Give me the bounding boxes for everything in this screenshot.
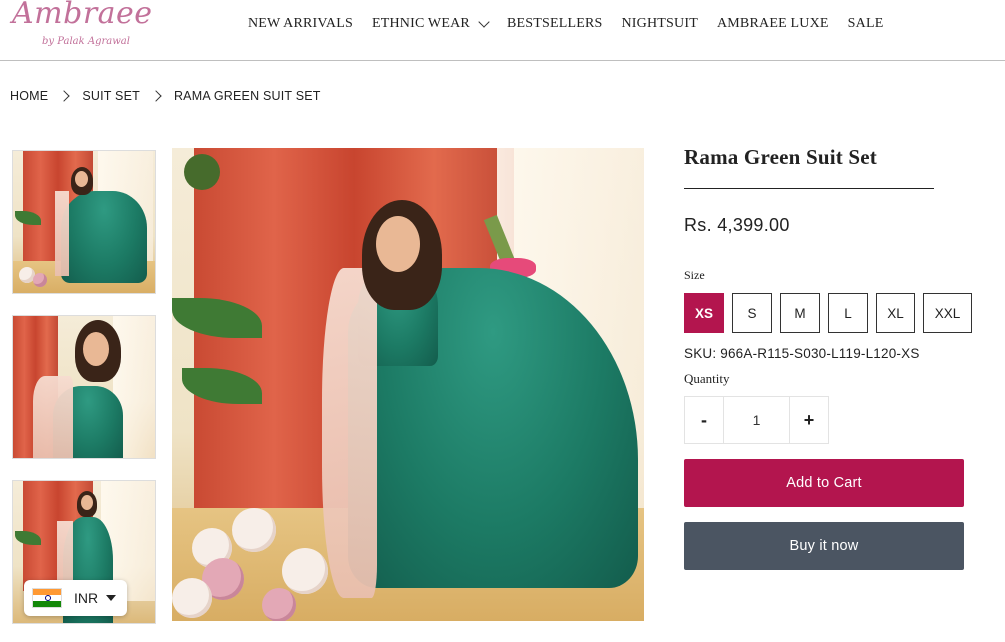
size-option-xl[interactable]: XL [876, 293, 915, 333]
nav-sale[interactable]: SALE [848, 16, 884, 32]
buy-now-button[interactable]: Buy it now [684, 522, 964, 570]
caret-down-icon [106, 595, 117, 601]
nav-new-arrivals[interactable]: NEW ARRIVALS [248, 16, 353, 32]
quantity-increase-button[interactable]: + [790, 397, 828, 443]
brand-logo[interactable]: Ambraee by Palak Agrawal [10, 0, 152, 56]
size-option-s[interactable]: S [732, 293, 772, 333]
product-price: Rs. 4,399.00 [684, 215, 790, 235]
currency-selector[interactable]: INR [24, 580, 127, 616]
nav-label: BESTSELLERS [506, 16, 603, 31]
size-option-l[interactable]: L [828, 293, 868, 333]
product-thumbnail-2[interactable] [12, 315, 156, 459]
product-title: Rama Green Suit Set [684, 145, 877, 169]
quantity-stepper: - 1 + [684, 396, 829, 444]
size-selector: XS S M L XL XXL [684, 293, 972, 333]
add-to-cart-button[interactable]: Add to Cart [684, 459, 964, 507]
currency-code: INR [74, 590, 99, 606]
quantity-decrease-button[interactable]: - [685, 397, 723, 443]
breadcrumb-home[interactable]: HOME [10, 89, 48, 103]
size-option-xs[interactable]: XS [684, 293, 724, 333]
chevron-right-icon [58, 90, 70, 102]
nav-nightsuit[interactable]: NIGHTSUIT [622, 16, 698, 32]
size-label: Size [684, 268, 705, 282]
quantity-label: Quantity [684, 371, 730, 386]
nav-label: NEW ARRIVALS [248, 16, 353, 31]
brand-name: Ambraee [12, 0, 153, 31]
chevron-right-icon [150, 90, 162, 102]
brand-tagline: by Palak Agrawal [42, 36, 130, 47]
size-option-m[interactable]: M [780, 293, 820, 333]
title-divider [684, 188, 934, 189]
site-header: Ambraee by Palak Agrawal NEW ARRIVALS ET… [0, 0, 1005, 61]
thumbnail-photo [13, 151, 155, 293]
chevron-down-icon [478, 16, 490, 28]
nav-ambraee-luxe[interactable]: AMBRAEE LUXE [717, 16, 829, 32]
nav-bestsellers[interactable]: BESTSELLERS [507, 16, 603, 32]
product-main-image[interactable] [172, 148, 644, 621]
thumbnail-photo [13, 316, 155, 458]
breadcrumb: HOME SUIT SET RAMA GREEN SUIT SET [10, 89, 321, 103]
breadcrumb-current: RAMA GREEN SUIT SET [173, 89, 321, 103]
product-thumbnail-1[interactable] [12, 150, 156, 294]
nav-label: ETHNIC WEAR [371, 16, 470, 31]
main-nav: NEW ARRIVALS ETHNIC WEAR BESTSELLERS NIG… [248, 16, 883, 32]
product-photo [172, 148, 644, 621]
india-flag-icon [32, 588, 62, 608]
size-option-xxl[interactable]: XXL [923, 293, 972, 333]
nav-ethnic-wear[interactable]: ETHNIC WEAR [371, 16, 490, 32]
nav-label: NIGHTSUIT [621, 16, 698, 31]
nav-label: AMBRAEE LUXE [716, 16, 829, 31]
nav-label: SALE [847, 16, 884, 31]
quantity-input[interactable]: 1 [723, 397, 790, 443]
product-sku: SKU: 966A-R115-S030-L119-L120-XS [684, 346, 920, 361]
breadcrumb-suit-set[interactable]: SUIT SET [82, 89, 140, 103]
